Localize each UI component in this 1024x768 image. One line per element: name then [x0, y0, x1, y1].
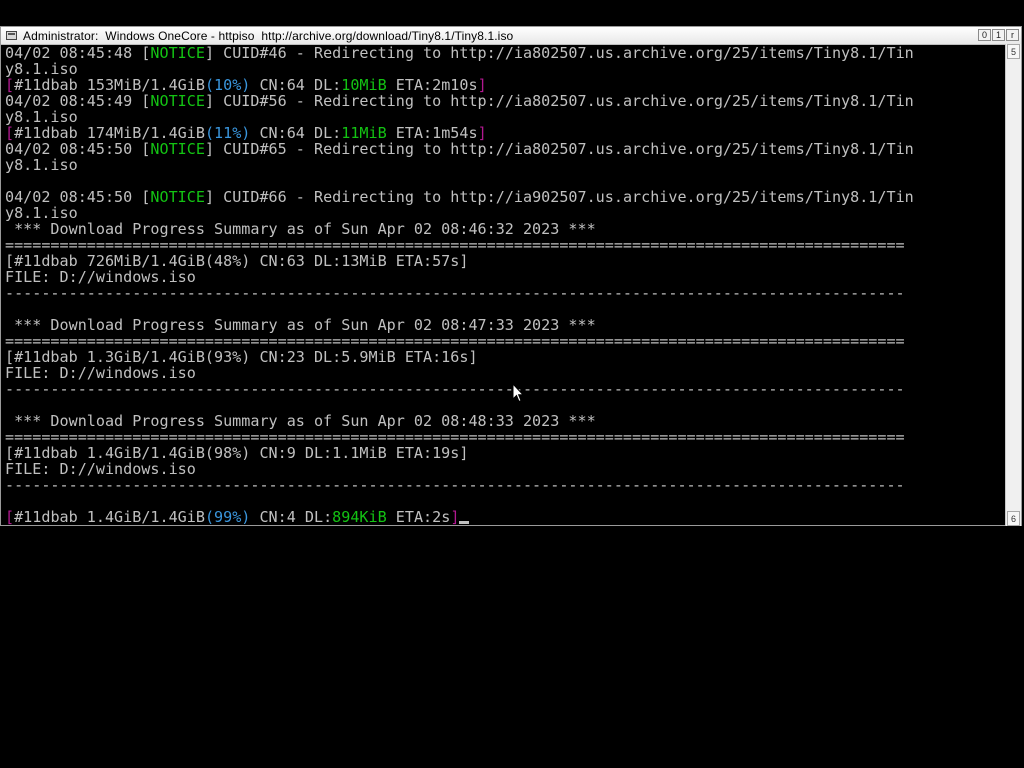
summary-file: FILE: D://windows.iso	[5, 268, 196, 286]
notice-tag: NOTICE	[150, 188, 205, 206]
close-button[interactable]: r	[1006, 29, 1019, 41]
log-line-wrap: y8.1.iso	[5, 204, 78, 222]
progress-line: [#11dbab 174MiB/1.4GiB(11%) CN:64 DL:11M…	[5, 124, 487, 142]
console-window: Administrator: Windows OneCore - httpiso…	[0, 26, 1022, 526]
text-cursor	[459, 521, 470, 524]
summary-file: FILE: D://windows.iso	[5, 460, 196, 478]
log-line: 04/02 08:45:48 [NOTICE] CUID#46 - Redire…	[5, 45, 914, 62]
console-app-icon[interactable]	[6, 31, 17, 40]
log-line-wrap: y8.1.iso	[5, 108, 78, 126]
scroll-up-button[interactable]: 5	[1007, 44, 1020, 59]
vertical-scrollbar[interactable]: 5 6	[1005, 44, 1021, 526]
log-line: 04/02 08:45:50 [NOTICE] CUID#65 - Redire…	[5, 140, 914, 158]
summary-heading: *** Download Progress Summary as of Sun …	[5, 316, 596, 334]
log-line-wrap: y8.1.iso	[5, 60, 78, 78]
window-title: Administrator: Windows OneCore - httpiso…	[23, 28, 514, 43]
title-bar[interactable]: Administrator: Windows OneCore - httpiso…	[1, 27, 1021, 45]
summary-heading: *** Download Progress Summary as of Sun …	[5, 220, 596, 238]
separator-double: ========================================…	[5, 332, 905, 350]
download-speed: 894KiB	[332, 508, 387, 525]
separator-single: ----------------------------------------…	[5, 476, 905, 494]
scroll-down-button[interactable]: 6	[1007, 511, 1020, 526]
log-line: 04/02 08:45:49 [NOTICE] CUID#56 - Redire…	[5, 92, 914, 110]
minimize-button[interactable]: 0	[978, 29, 991, 41]
progress-percent: (99%)	[204, 508, 251, 525]
separator-single: ----------------------------------------…	[5, 284, 905, 302]
summary-file: FILE: D://windows.iso	[5, 364, 196, 382]
maximize-button[interactable]: 1	[992, 29, 1005, 41]
mouse-pointer-icon	[512, 383, 524, 403]
notice-tag: NOTICE	[150, 45, 205, 62]
notice-tag: NOTICE	[150, 92, 205, 110]
summary-progress: [#11dbab 1.4GiB/1.4GiB(98%) CN:9 DL:1.1M…	[5, 444, 469, 462]
separator-single: ----------------------------------------…	[5, 380, 905, 398]
progress-line: [#11dbab 153MiB/1.4GiB(10%) CN:64 DL:10M…	[5, 76, 487, 94]
separator-double: ========================================…	[5, 236, 905, 254]
window-controls: 0 1 r	[978, 29, 1019, 41]
log-line: 04/02 08:45:50 [NOTICE] CUID#66 - Redire…	[5, 188, 914, 206]
summary-progress: [#11dbab 726MiB/1.4GiB(48%) CN:63 DL:13M…	[5, 252, 469, 270]
separator-double: ========================================…	[5, 428, 905, 446]
summary-heading: *** Download Progress Summary as of Sun …	[5, 412, 596, 430]
log-line-wrap: y8.1.iso	[5, 156, 78, 174]
progress-line-current: [#11dbab 1.4GiB/1.4GiB(99%) CN:4 DL:894K…	[5, 509, 1005, 525]
console-output[interactable]: 04/02 08:45:48 [NOTICE] CUID#46 - Redire…	[5, 45, 1005, 525]
summary-progress: [#11dbab 1.3GiB/1.4GiB(93%) CN:23 DL:5.9…	[5, 348, 478, 366]
notice-tag: NOTICE	[150, 140, 205, 158]
